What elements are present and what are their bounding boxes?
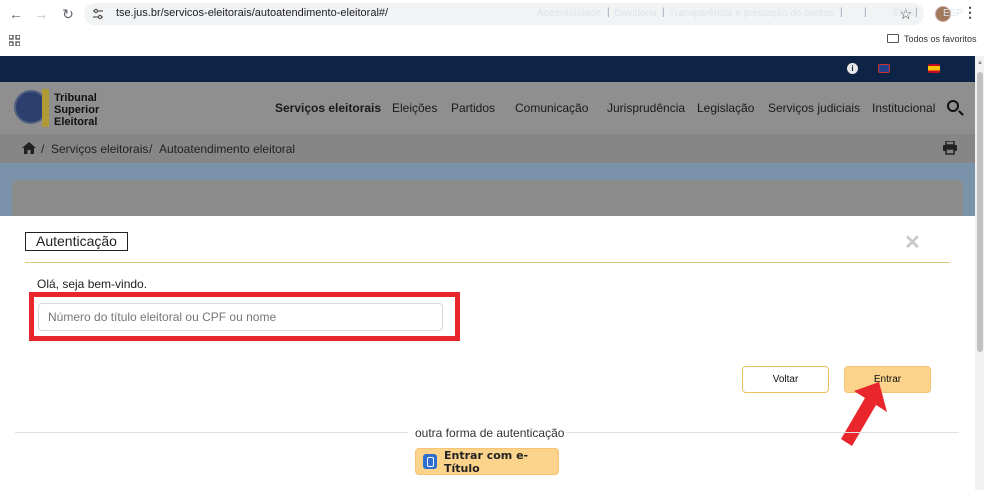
content-card	[12, 180, 963, 216]
nav-servicos-judiciais[interactable]: Serviços judiciais	[768, 101, 860, 115]
reload-icon[interactable]: ↻	[60, 6, 76, 22]
uk-flag-icon[interactable]	[878, 64, 890, 73]
close-icon[interactable]: ✕	[904, 233, 921, 253]
divider-line	[566, 432, 959, 433]
lang-eng-link[interactable]: ENG	[893, 8, 915, 19]
alternative-auth-label: outra forma de autenticação	[415, 426, 565, 440]
logo-text-line2[interactable]: Superior	[54, 105, 99, 116]
site-topbar	[0, 56, 975, 82]
welcome-text: Olá, seja bem-vindo.	[37, 277, 148, 291]
logo-text-line3[interactable]: Eleitoral	[54, 117, 97, 128]
url-text[interactable]: tse.jus.br/servicos-eleitorais/autoatend…	[116, 7, 388, 19]
search-icon[interactable]	[947, 100, 959, 112]
red-arrow-annotation-icon	[841, 382, 887, 446]
modal-divider	[25, 262, 950, 263]
info-icon[interactable]: i	[847, 63, 858, 74]
nav-legislacao[interactable]: Legislação	[697, 101, 754, 115]
nav-eleicoes[interactable]: Eleições	[392, 101, 437, 115]
nav-partidos[interactable]: Partidos	[451, 101, 495, 115]
apps-grid-icon[interactable]	[9, 35, 20, 46]
topbar-separator: |	[840, 7, 843, 18]
topbar-separator: |	[915, 7, 918, 18]
nav-jurisprudencia[interactable]: Jurisprudência	[607, 101, 685, 115]
spain-flag-icon[interactable]	[928, 64, 940, 73]
bookmarks-label: Todos os favoritos	[904, 34, 977, 44]
breadcrumb-separator: /	[41, 142, 45, 156]
divider-line	[15, 432, 408, 433]
modal-title: Autenticação	[25, 232, 128, 251]
lang-esp-link[interactable]: ESP	[943, 8, 963, 19]
logo-text-line1[interactable]: Tribunal	[54, 93, 97, 104]
topbar-separator: |	[662, 7, 665, 18]
folder-icon	[887, 34, 899, 43]
scroll-up-arrow-icon[interactable]: ▲	[977, 60, 983, 66]
voltar-button[interactable]: Voltar	[742, 366, 829, 393]
nav-comunicacao[interactable]: Comunicação	[515, 101, 588, 115]
link-ouvidoria[interactable]: Ouvidoria	[614, 8, 657, 19]
breadcrumb-current: Autoatendimento eleitoral	[159, 142, 296, 156]
etitulo-app-icon	[423, 454, 437, 469]
topbar-separator: |	[864, 7, 867, 18]
logo-accent-bar	[42, 89, 49, 127]
breadcrumb-servicos-eleitorais[interactable]: Serviços eleitorais	[51, 142, 148, 156]
all-bookmarks-button[interactable]: Todos os favoritos	[887, 34, 977, 44]
print-icon[interactable]	[942, 141, 958, 155]
link-transparencia[interactable]: Transparência e prestação de contas	[669, 8, 834, 19]
breadcrumb-separator: /	[149, 142, 153, 156]
scrollbar-thumb[interactable]	[977, 72, 983, 352]
site-info-icon[interactable]	[92, 8, 104, 20]
home-icon[interactable]	[22, 142, 36, 154]
topbar-separator: |	[607, 7, 610, 18]
back-arrow-icon[interactable]: ←	[8, 6, 24, 22]
link-acessibilidade[interactable]: Acessibilidade	[537, 8, 601, 19]
nav-servicos-eleitorais[interactable]: Serviços eleitorais	[275, 101, 381, 115]
browser-menu-icon[interactable]: ⋮	[963, 4, 977, 21]
forward-arrow-icon[interactable]: →	[33, 6, 49, 22]
voter-id-input[interactable]	[38, 303, 443, 331]
nav-institucional[interactable]: Institucional	[872, 101, 935, 115]
